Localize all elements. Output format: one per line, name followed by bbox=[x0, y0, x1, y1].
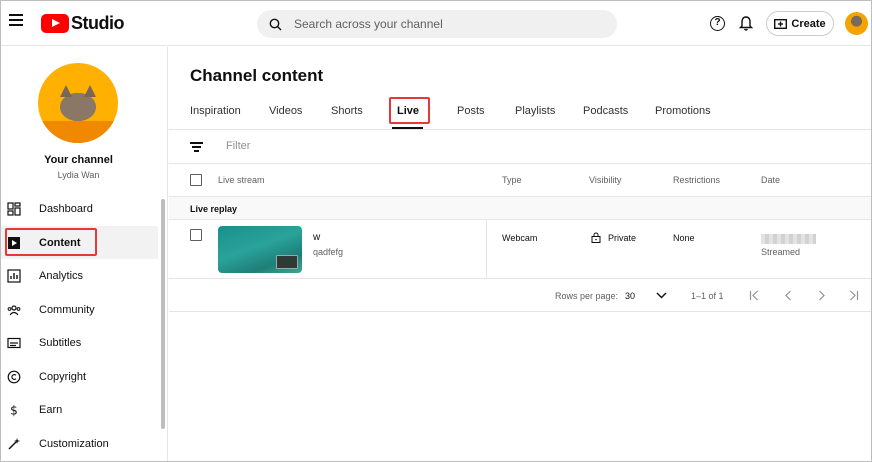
previous-page-icon[interactable] bbox=[783, 290, 794, 301]
subtitles-icon bbox=[7, 337, 21, 348]
pagination-bar: Rows per page: 30 1–1 of 1 bbox=[169, 279, 871, 312]
date-value-redacted bbox=[761, 234, 816, 244]
filter-bar[interactable]: Filter bbox=[169, 130, 871, 164]
svg-text:$: $ bbox=[10, 403, 18, 417]
sidebar-item-label: Content bbox=[39, 236, 81, 249]
video-thumbnail[interactable] bbox=[218, 226, 302, 273]
lock-icon bbox=[591, 232, 601, 243]
create-label: Create bbox=[791, 17, 826, 30]
earn-icon: $ bbox=[10, 403, 18, 417]
sidebar-item-copyright[interactable]: Copyright bbox=[1, 360, 158, 393]
row-checkbox[interactable] bbox=[190, 229, 202, 241]
column-header-type[interactable]: Type bbox=[502, 175, 522, 185]
type-value: Webcam bbox=[502, 233, 538, 243]
chevron-down-icon[interactable] bbox=[656, 292, 667, 299]
sidebar-item-community[interactable]: Community bbox=[1, 293, 158, 326]
tab-posts[interactable]: Posts bbox=[457, 105, 485, 117]
content-tabs: Inspiration Videos Shorts Live Posts Pla… bbox=[169, 95, 871, 130]
page-title: Channel content bbox=[190, 66, 324, 85]
notifications-bell-icon[interactable] bbox=[738, 15, 754, 32]
tab-inspiration[interactable]: Inspiration bbox=[190, 105, 241, 117]
main-content: Channel content Inspiration Videos Short… bbox=[169, 47, 871, 461]
table-row[interactable]: w qadfefg Webcam Private None Streamed bbox=[169, 220, 871, 279]
sidebar-item-label: Community bbox=[39, 303, 95, 316]
sidebar-item-analytics[interactable]: Analytics bbox=[1, 259, 158, 292]
channel-name: Lydia Wan bbox=[57, 170, 100, 180]
select-all-checkbox[interactable] bbox=[190, 174, 202, 186]
customization-icon bbox=[8, 437, 20, 449]
visibility-value[interactable]: Private bbox=[608, 233, 636, 243]
rows-per-page-select[interactable]: 30 bbox=[625, 291, 635, 301]
add-video-icon bbox=[774, 18, 788, 29]
sidebar-item-label: Analytics bbox=[39, 269, 84, 282]
next-page-icon[interactable] bbox=[816, 290, 827, 301]
content-icon bbox=[8, 236, 20, 249]
top-bar: Studio ? Create bbox=[1, 1, 871, 46]
search-input[interactable] bbox=[294, 17, 594, 31]
table-header: Live stream Type Visibility Restrictions… bbox=[169, 164, 871, 197]
sidebar: Your channel Lydia Wan Dashboard Content… bbox=[1, 47, 168, 461]
sidebar-item-content[interactable]: Content bbox=[1, 226, 158, 259]
sidebar-item-label: Copyright bbox=[39, 370, 87, 383]
help-icon[interactable]: ? bbox=[710, 16, 725, 31]
tab-podcasts[interactable]: Podcasts bbox=[583, 105, 628, 117]
sidebar-item-subtitles[interactable]: Subtitles bbox=[1, 326, 158, 359]
copyright-icon bbox=[7, 370, 21, 383]
search-icon bbox=[269, 18, 282, 30]
first-page-icon[interactable] bbox=[749, 290, 760, 301]
account-avatar[interactable] bbox=[845, 12, 868, 35]
cat-image bbox=[50, 85, 106, 125]
analytics-icon bbox=[7, 268, 21, 283]
logo-text: Studio bbox=[71, 13, 125, 33]
sidebar-item-label: Earn bbox=[39, 403, 63, 416]
filter-icon[interactable] bbox=[190, 142, 203, 152]
tab-promotions[interactable]: Promotions bbox=[655, 105, 711, 117]
studio-logo[interactable]: Studio bbox=[41, 13, 125, 34]
page-range: 1–1 of 1 bbox=[691, 291, 724, 301]
column-header-restrictions[interactable]: Restrictions bbox=[673, 175, 720, 185]
restrictions-value: None bbox=[673, 233, 695, 243]
tab-playlists[interactable]: Playlists bbox=[515, 105, 555, 117]
sidebar-item-customization[interactable]: Customization bbox=[1, 427, 158, 460]
column-header-visibility[interactable]: Visibility bbox=[589, 175, 621, 185]
menu-icon[interactable] bbox=[9, 14, 23, 26]
video-title[interactable]: w bbox=[313, 232, 320, 243]
community-icon bbox=[7, 304, 21, 315]
search-bar[interactable] bbox=[257, 10, 617, 38]
last-page-icon[interactable] bbox=[848, 290, 859, 301]
sidebar-item-label: Subtitles bbox=[39, 336, 82, 349]
youtube-logo-icon bbox=[41, 14, 69, 33]
section-header-live-replay: Live replay bbox=[169, 197, 871, 220]
rows-per-page-label: Rows per page: bbox=[555, 291, 619, 301]
sidebar-scrollbar[interactable] bbox=[161, 199, 165, 429]
your-channel-label: Your channel bbox=[44, 154, 113, 166]
create-button[interactable]: Create bbox=[766, 11, 834, 36]
active-tab-indicator bbox=[392, 127, 423, 129]
tab-videos[interactable]: Videos bbox=[269, 105, 302, 117]
tab-shorts[interactable]: Shorts bbox=[331, 105, 363, 117]
date-status: Streamed bbox=[761, 247, 801, 257]
sidebar-item-earn[interactable]: $ Earn bbox=[1, 393, 158, 426]
column-header-live-stream[interactable]: Live stream bbox=[218, 175, 265, 185]
dashboard-icon bbox=[7, 201, 21, 216]
channel-avatar[interactable] bbox=[38, 63, 118, 143]
sidebar-item-label: Customization bbox=[39, 437, 109, 450]
sidebar-item-dashboard[interactable]: Dashboard bbox=[1, 192, 158, 225]
filter-input[interactable]: Filter bbox=[226, 140, 250, 152]
sidebar-item-label: Dashboard bbox=[39, 202, 93, 215]
section-label: Live replay bbox=[190, 204, 238, 214]
live-tab-highlight-box bbox=[389, 97, 430, 124]
column-header-date[interactable]: Date bbox=[761, 175, 780, 185]
video-description: qadfefg bbox=[313, 247, 344, 257]
